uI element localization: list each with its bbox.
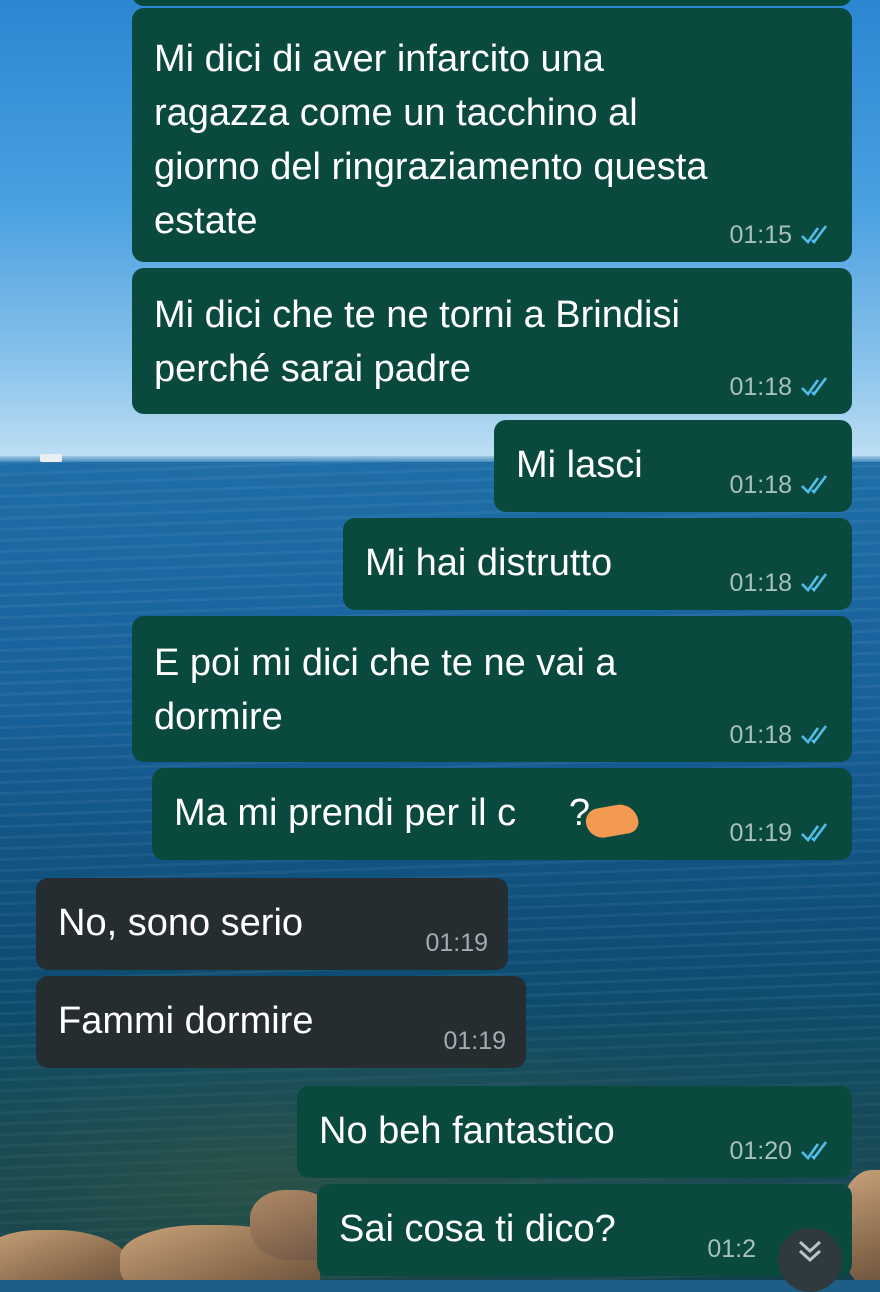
- message-meta: 01:2: [707, 1234, 756, 1264]
- message-text: Mi dici che te ne torni a Brindisi perch…: [154, 294, 680, 390]
- message-text: Mi lasci: [516, 444, 643, 486]
- double-check-icon: [801, 377, 828, 397]
- message-bubble-outgoing[interactable]: Ma mi prendi per il c ? 01:19: [152, 768, 852, 860]
- message-bubble-outgoing[interactable]: Mi lasci 01:18: [494, 420, 852, 512]
- message-bubble-outgoing[interactable]: Mi dici che te ne torni a Brindisi perch…: [132, 268, 852, 414]
- message-bubble-outgoing[interactable]: E poi mi dici che te ne vai a dormire 01…: [132, 616, 852, 762]
- chevron-double-down-icon: [798, 1240, 822, 1263]
- message-meta: 01:19: [729, 818, 832, 848]
- message-text: No, sono serio: [58, 902, 304, 944]
- message-text: Fammi dormire: [58, 1000, 314, 1042]
- message-bubble-outgoing[interactable]: No beh fantastico 01:20: [297, 1086, 852, 1178]
- message-text: Mi hai distrutto: [365, 542, 613, 584]
- message-time: 01:18: [729, 569, 792, 597]
- message-bubble-outgoing[interactable]: Mi hai distrutto 01:18: [343, 518, 852, 610]
- double-check-icon: [801, 225, 828, 245]
- message-bubble-outgoing[interactable]: Mi dici di aver infarcito una ragazza co…: [132, 8, 852, 262]
- message-time: 01:20: [729, 1137, 792, 1165]
- message-text: No beh fantastico: [319, 1110, 615, 1152]
- message-bubble-outgoing[interactable]: Sai cosa ti dico? 01:2: [317, 1184, 852, 1276]
- message-time: 01:2: [707, 1235, 756, 1263]
- double-check-icon: [801, 573, 828, 593]
- message-bubble-incoming[interactable]: No, sono serio 01:19: [36, 878, 508, 970]
- message-text: Sai cosa ti dico?: [339, 1208, 616, 1250]
- message-time: 01:18: [729, 471, 792, 499]
- message-bubble-partial[interactable]: [132, 0, 852, 6]
- double-check-icon: [801, 823, 828, 843]
- wallpaper-boat: [40, 454, 62, 462]
- scroll-to-bottom-button[interactable]: [778, 1228, 842, 1292]
- message-time: 01:18: [729, 373, 792, 401]
- redaction-mark: [583, 801, 641, 841]
- message-time: 01:19: [425, 929, 488, 957]
- message-meta: 01:18: [729, 720, 832, 750]
- message-meta: 01:19: [443, 1026, 506, 1056]
- message-meta: 01:19: [425, 928, 488, 958]
- message-bubble-incoming[interactable]: Fammi dormire 01:19: [36, 976, 526, 1068]
- double-check-icon: [801, 475, 828, 495]
- message-meta: 01:18: [729, 470, 832, 500]
- message-meta: 01:18: [729, 568, 832, 598]
- message-time: 01:15: [729, 221, 792, 249]
- message-text: Ma mi prendi per il c ?: [174, 792, 591, 834]
- double-check-icon: [801, 725, 828, 745]
- message-time: 01:19: [443, 1027, 506, 1055]
- message-text: E poi mi dici che te ne vai a dormire: [154, 642, 617, 738]
- message-time: 01:19: [729, 819, 792, 847]
- double-check-icon: [801, 1141, 828, 1161]
- message-meta: 01:15: [729, 220, 832, 250]
- message-meta: 01:18: [729, 372, 832, 402]
- message-meta: 01:20: [729, 1136, 832, 1166]
- message-text: Mi dici di aver infarcito una ragazza co…: [154, 38, 708, 242]
- message-time: 01:18: [729, 721, 792, 749]
